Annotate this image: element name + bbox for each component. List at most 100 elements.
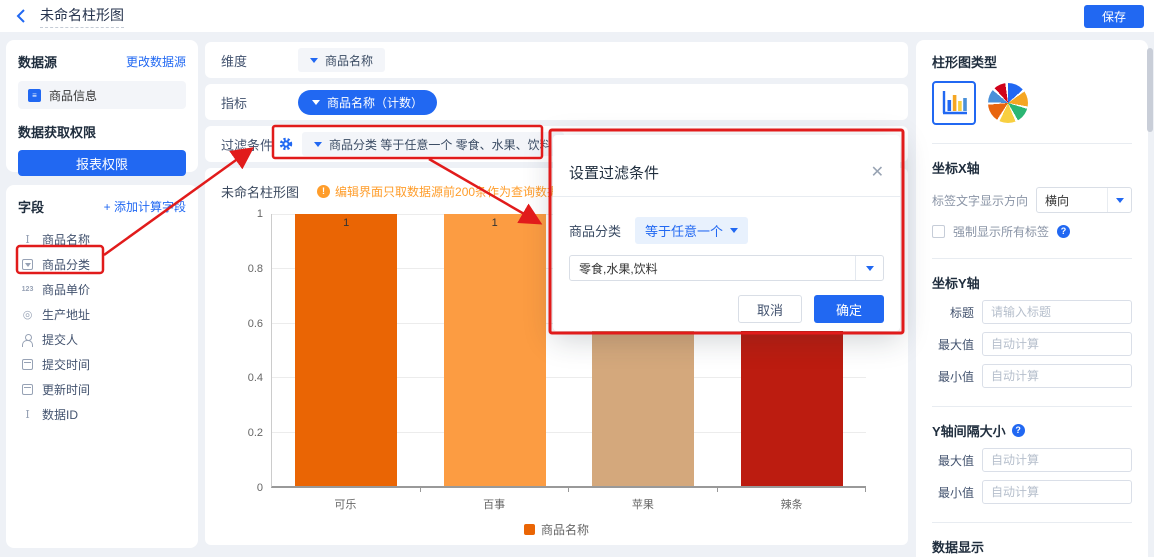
chevron-down-icon bbox=[310, 58, 318, 63]
field-item-product-name[interactable]: I 商品名称 bbox=[18, 227, 186, 252]
add-calculated-field-link[interactable]: + 添加计算字段 bbox=[104, 198, 186, 215]
x-tick: 苹果 bbox=[569, 496, 718, 512]
metric-tag[interactable]: 商品名称（计数） bbox=[298, 90, 437, 115]
field-item-submitter[interactable]: 提交人 bbox=[18, 327, 186, 352]
force-show-labels-checkbox[interactable] bbox=[932, 225, 945, 238]
chevron-left-icon bbox=[16, 9, 26, 23]
field-item-label: 商品单价 bbox=[42, 281, 90, 298]
chevron-down-icon bbox=[730, 228, 738, 233]
filter-label: 过滤条件 bbox=[221, 135, 273, 154]
label-direction-value: 横向 bbox=[1037, 192, 1107, 209]
confirm-button[interactable]: 确定 bbox=[814, 295, 884, 323]
legend-item[interactable]: 商品名称 bbox=[221, 521, 892, 538]
save-button[interactable]: 保存 bbox=[1084, 5, 1144, 28]
edit-preview-warning: ! 编辑界面只取数据源前200条作为查询数据预览 bbox=[317, 183, 583, 200]
filter-condition-tag[interactable]: 商品分类 等于任意一个 零食、水果、饮料 bbox=[302, 132, 564, 156]
bar-chart-type-button[interactable] bbox=[932, 81, 976, 125]
x-axis-labels: 可乐 百事 苹果 辣条 bbox=[271, 496, 866, 512]
back-button[interactable] bbox=[10, 5, 32, 27]
filter-value-select[interactable]: 零食,水果,饮料 bbox=[569, 255, 884, 281]
date-field-icon bbox=[20, 359, 35, 370]
y-interval-max-label: 最大值 bbox=[932, 452, 974, 469]
dimension-tag[interactable]: 商品名称 bbox=[298, 48, 385, 72]
field-item-label: 生产地址 bbox=[42, 306, 90, 323]
change-datasource-link[interactable]: 更改数据源 bbox=[126, 53, 186, 70]
cancel-button[interactable]: 取消 bbox=[738, 295, 802, 323]
operator-dropdown[interactable]: 等于任意一个 bbox=[635, 217, 748, 244]
x-tick: 辣条 bbox=[717, 496, 866, 512]
x-tick: 可乐 bbox=[271, 496, 420, 512]
y-axis-min-input[interactable] bbox=[982, 364, 1132, 388]
help-icon[interactable]: ? bbox=[1057, 225, 1070, 238]
number-field-icon: 123 bbox=[20, 286, 35, 293]
y-axis-title-input[interactable] bbox=[982, 300, 1132, 324]
bar-chart-icon bbox=[939, 88, 969, 118]
gear-icon[interactable] bbox=[279, 137, 293, 151]
select-arrow-cell[interactable] bbox=[855, 256, 883, 280]
help-icon[interactable]: ? bbox=[1012, 424, 1025, 437]
metric-label: 指标 bbox=[221, 93, 279, 112]
field-item-label: 数据ID bbox=[42, 406, 78, 423]
y-axis-title-label: 标题 bbox=[932, 304, 974, 321]
report-permission-button[interactable]: 报表权限 bbox=[18, 150, 186, 176]
datasource-item-label: 商品信息 bbox=[49, 87, 97, 104]
chart-title: 未命名柱形图 bbox=[221, 182, 299, 201]
filter-tag-label: 商品分类 等于任意一个 零食、水果、饮料 bbox=[329, 136, 552, 153]
warning-text: 编辑界面只取数据源前200条作为查询数据预览 bbox=[335, 183, 583, 200]
field-item-data-id[interactable]: I 数据ID bbox=[18, 402, 186, 427]
x-axis-section-title: 坐标X轴 bbox=[932, 158, 1132, 177]
y-tick: 0.8 bbox=[223, 263, 263, 275]
divider bbox=[932, 143, 1132, 144]
y-tick: 0.2 bbox=[223, 427, 263, 439]
chevron-down-icon bbox=[1116, 198, 1124, 203]
bar-slot: 1 bbox=[421, 214, 570, 486]
pie-chart-type-button[interactable] bbox=[988, 83, 1028, 123]
divider bbox=[932, 522, 1132, 523]
divider bbox=[932, 258, 1132, 259]
chevron-down-icon bbox=[866, 266, 874, 271]
field-item-product-category[interactable]: 商品分类 bbox=[18, 252, 186, 277]
panel-scrollbar[interactable] bbox=[1147, 48, 1153, 132]
y-tick: 1 bbox=[223, 208, 263, 220]
y-axis-max-label: 最大值 bbox=[932, 336, 974, 353]
field-item-submit-time[interactable]: 提交时间 bbox=[18, 352, 186, 377]
chart-type-label: 柱形图类型 bbox=[932, 52, 1132, 71]
close-icon[interactable]: ✕ bbox=[871, 165, 884, 181]
chart-settings-panel: 柱形图类型 坐标X轴 标签文字显示方向 横向 强制显示所有标签 ? 坐标Y轴 标… bbox=[916, 40, 1148, 557]
datasource-panel: 数据源 更改数据源 ≡ 商品信息 数据获取权限 报表权限 bbox=[6, 40, 198, 172]
field-item-label: 商品名称 bbox=[42, 231, 90, 248]
person-field-icon bbox=[20, 334, 35, 346]
datasource-item[interactable]: ≡ 商品信息 bbox=[18, 81, 186, 109]
dimension-row: 维度 商品名称 bbox=[205, 42, 908, 78]
text-field-icon: I bbox=[20, 408, 35, 421]
y-axis-section-title: 坐标Y轴 bbox=[932, 273, 1132, 292]
bar-value-label: 1 bbox=[444, 217, 546, 229]
force-show-labels-label: 强制显示所有标签 bbox=[953, 223, 1049, 240]
y-interval-max-input[interactable] bbox=[982, 448, 1132, 472]
y-tick: 0 bbox=[223, 482, 263, 494]
label-direction-dropdown[interactable]: 横向 bbox=[1036, 187, 1132, 213]
warning-icon: ! bbox=[317, 185, 330, 198]
y-axis-min-label: 最小值 bbox=[932, 368, 974, 385]
y-axis-max-input[interactable] bbox=[982, 332, 1132, 356]
bar-slot: 1 bbox=[272, 214, 421, 486]
field-item-label: 更新时间 bbox=[42, 381, 90, 398]
field-item-update-time[interactable]: 更新时间 bbox=[18, 377, 186, 402]
document-icon: ≡ bbox=[28, 89, 41, 102]
field-item-production-address[interactable]: ◎ 生产地址 bbox=[18, 302, 186, 327]
page-title[interactable]: 未命名柱形图 bbox=[40, 5, 124, 28]
location-field-icon: ◎ bbox=[20, 308, 35, 321]
operator-label: 等于任意一个 bbox=[645, 221, 723, 240]
select-field-icon bbox=[20, 259, 35, 270]
field-item-label: 商品分类 bbox=[42, 256, 90, 273]
divider bbox=[932, 406, 1132, 407]
data-display-section-title: 数据显示 bbox=[932, 537, 1132, 556]
modal-field-label: 商品分类 bbox=[569, 221, 621, 240]
field-item-product-price[interactable]: 123 商品单价 bbox=[18, 277, 186, 302]
modal-title: 设置过滤条件 bbox=[569, 162, 659, 183]
field-item-label: 提交时间 bbox=[42, 356, 90, 373]
legend-swatch-icon bbox=[524, 524, 535, 535]
y-interval-min-input[interactable] bbox=[982, 480, 1132, 504]
filter-value: 零食,水果,饮料 bbox=[570, 260, 855, 277]
permission-label: 数据获取权限 bbox=[18, 122, 186, 141]
